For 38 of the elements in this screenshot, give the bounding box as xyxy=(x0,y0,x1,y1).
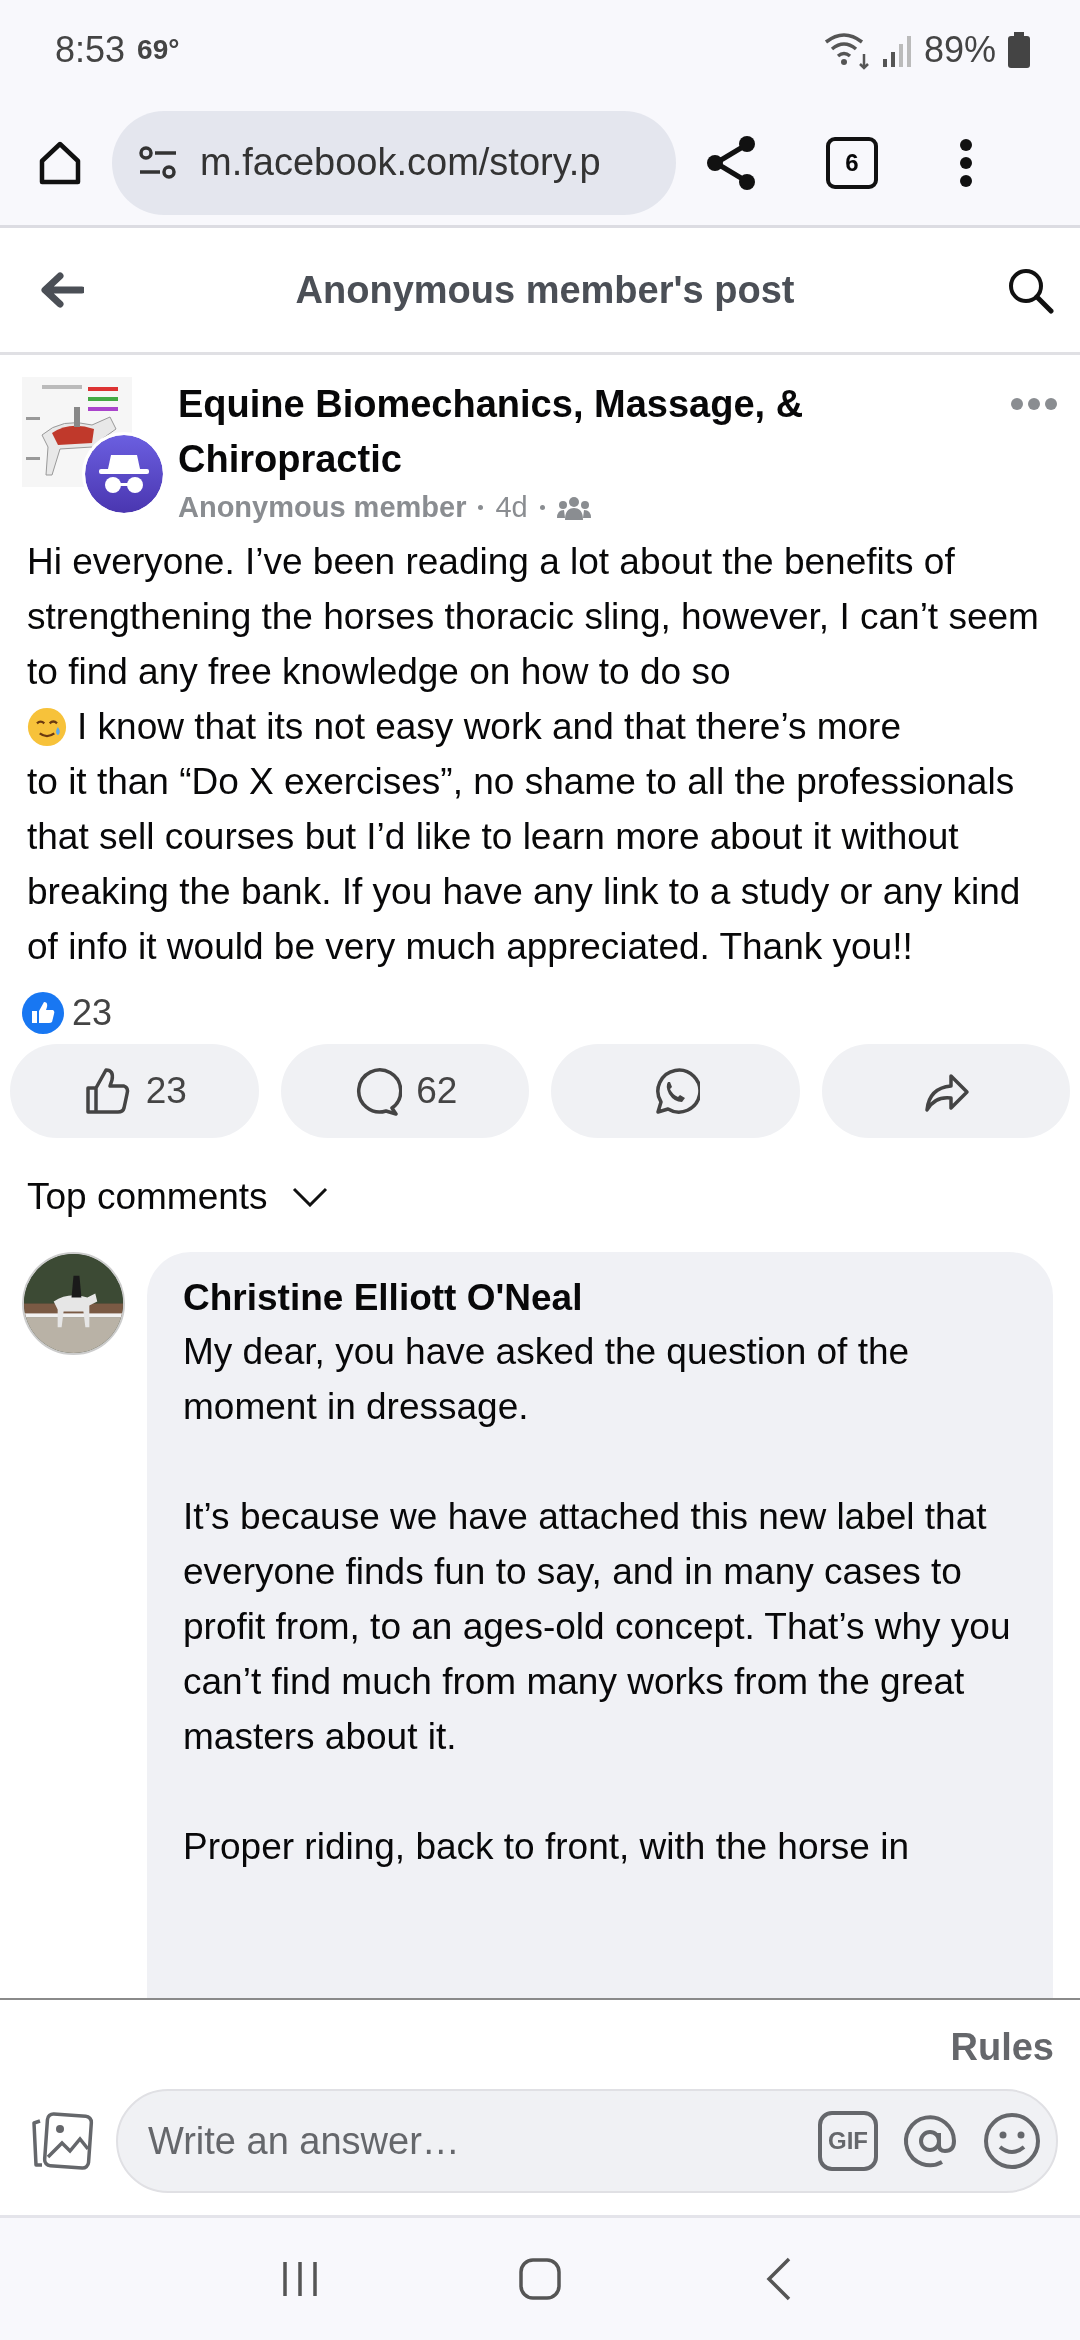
gif-button[interactable]: GIF xyxy=(818,2111,878,2171)
search-icon[interactable] xyxy=(1006,266,1054,314)
comment-text: It’s because we have attached this new label that everyone finds fun to say, and in many cases to profit from, to an ages-old concept. That’s why you can’t find much from many works from the great masters about it. xyxy=(183,1495,1012,1759)
battery-icon xyxy=(1008,32,1030,68)
emoji-icon[interactable] xyxy=(982,2111,1042,2171)
comment-filter-dropdown[interactable]: Top comments xyxy=(0,1138,355,1218)
photo-gallery-icon[interactable] xyxy=(30,2109,94,2173)
group-audience-icon xyxy=(556,495,591,520)
wifi-icon xyxy=(823,30,870,70)
share-icon[interactable] xyxy=(704,134,758,191)
reaction-count[interactable]: 23 xyxy=(72,992,113,1034)
like-button[interactable]: 23 xyxy=(10,1044,259,1138)
page-title: Anonymous member's post xyxy=(295,268,795,312)
smiling-face-with-tear-icon xyxy=(27,706,67,747)
post-text: Hi everyone. I’ve been reading a lot about the benefits of strengthening the horses thoracic sling, however, I can’t seem to find any free knowledge on how to do so xyxy=(27,540,1040,694)
author-name: Anonymous member xyxy=(178,491,467,524)
group-name[interactable]: Equine Biomechanics, Massage, & Chiropractic xyxy=(178,377,996,487)
like-reaction-icon xyxy=(22,992,64,1034)
chevron-down-icon xyxy=(291,1187,328,1207)
site-settings-icon[interactable] xyxy=(138,145,178,180)
comment-text: My dear, you have asked the question of the moment in dressage. xyxy=(183,1330,911,1429)
back-arrow-icon[interactable] xyxy=(40,272,84,308)
rules-link[interactable]: Rules xyxy=(950,2000,1080,2089)
incognito-avatar-icon xyxy=(82,432,166,516)
comment-button[interactable]: 62 xyxy=(280,1044,529,1138)
battery-percent: 89% xyxy=(923,29,996,71)
url-bar[interactable]: m.facebook.com/story.p xyxy=(112,110,676,215)
tab-count-button[interactable]: 6 xyxy=(826,136,878,189)
more-options-icon[interactable] xyxy=(1010,397,1058,411)
status-time: 8:53 xyxy=(55,29,126,71)
signal-icon xyxy=(881,33,912,67)
temperature: 69° xyxy=(137,34,180,66)
answer-input-field[interactable]: Write an answer… GIF xyxy=(116,2089,1058,2193)
menu-icon[interactable] xyxy=(958,137,974,188)
post-text: I know that its not easy work and that there’s more xyxy=(77,705,901,749)
post-text: to it than “Do X exercises”, no shame to all the professionals that sell courses but I’d like to learn more about it without breaking the bank. If you have any link to a study or any kind of info it would be very much appreciated. Thank you!! xyxy=(27,760,1022,969)
commenter-name[interactable]: Christine Elliott O'Neal xyxy=(183,1272,1017,1324)
comment-text: Proper riding, back to front, with the horse in xyxy=(183,1825,910,1869)
